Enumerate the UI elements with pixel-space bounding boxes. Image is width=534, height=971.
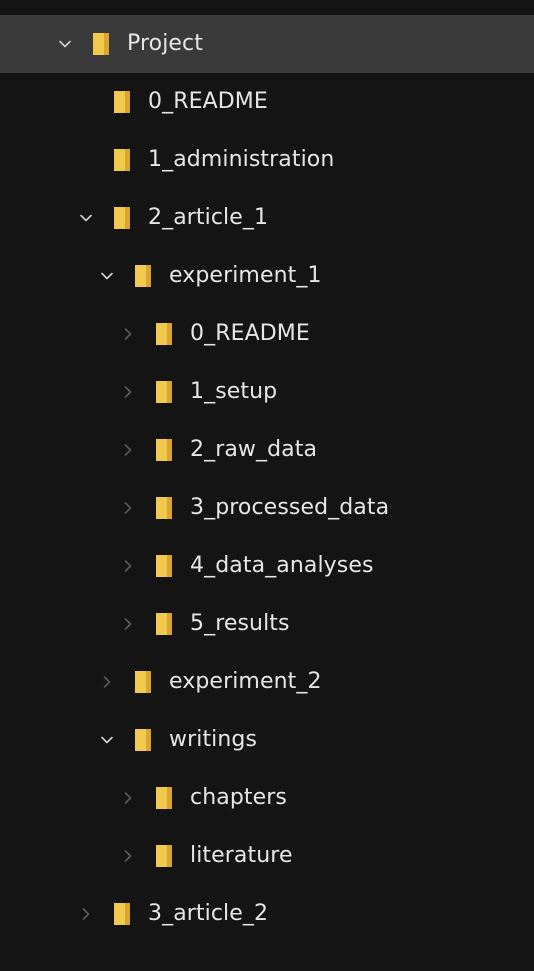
chevron-right-icon[interactable] (118, 556, 138, 576)
tree-item-label: 4_data_analyses (190, 553, 374, 578)
tree-item-experiment-2[interactable]: experiment_2 (0, 653, 534, 711)
chevron-down-icon[interactable] (76, 208, 96, 228)
tree-item-label: Project (127, 31, 203, 56)
tree-item-label: 2_article_1 (148, 205, 269, 230)
folder-icon (156, 323, 172, 345)
folder-icon (156, 613, 172, 635)
folder-icon (114, 903, 130, 925)
tree-item-3-article-2[interactable]: 3_article_2 (0, 885, 534, 943)
folder-icon (156, 439, 172, 461)
folder-tree: Project 0_README 1_administration 2_article… (0, 0, 534, 971)
tree-item-label: 2_raw_data (190, 437, 318, 462)
tree-item-project[interactable]: Project (0, 15, 534, 73)
folder-icon (114, 91, 130, 113)
tree-item-label: literature (190, 843, 293, 868)
tree-item-label: 3_article_2 (148, 901, 269, 926)
chevron-right-icon[interactable] (97, 672, 117, 692)
chevron-right-icon[interactable] (118, 498, 138, 518)
folder-icon (156, 497, 172, 519)
tree-item-1-administration[interactable]: 1_administration (0, 131, 534, 189)
chevron-right-icon[interactable] (76, 904, 96, 924)
tree-item-writings[interactable]: writings (0, 711, 534, 769)
folder-icon (156, 555, 172, 577)
folder-icon (93, 33, 109, 55)
folder-icon (114, 149, 130, 171)
folder-icon (135, 265, 151, 287)
tree-item-label: 1_setup (190, 379, 278, 404)
folder-icon (156, 845, 172, 867)
tree-item-2-article-1[interactable]: 2_article_1 (0, 189, 534, 247)
tree-item-label: experiment_2 (169, 669, 322, 694)
tree-item-literature[interactable]: literature (0, 827, 534, 885)
tree-item-experiment-1[interactable]: experiment_1 (0, 247, 534, 305)
tree-item-chapters[interactable]: chapters (0, 769, 534, 827)
tree-item-label: 1_administration (148, 147, 335, 172)
chevron-right-icon[interactable] (118, 382, 138, 402)
tree-item-4-data-analyses[interactable]: 4_data_analyses (0, 537, 534, 595)
tree-item-2-raw-data[interactable]: 2_raw_data (0, 421, 534, 479)
tree-item-3-processed-data[interactable]: 3_processed_data (0, 479, 534, 537)
tree-item-label: 5_results (190, 611, 290, 636)
tree-item-label: chapters (190, 785, 287, 810)
chevron-down-icon[interactable] (55, 34, 75, 54)
chevron-down-icon[interactable] (97, 730, 117, 750)
folder-icon (114, 207, 130, 229)
tree-item-0-readme[interactable]: 0_README (0, 305, 534, 363)
chevron-right-icon[interactable] (118, 324, 138, 344)
chevron-right-icon[interactable] (118, 440, 138, 460)
tree-item-label: 0_README (190, 321, 310, 346)
tree-item-label: 3_processed_data (190, 495, 390, 520)
chevron-right-icon[interactable] (118, 788, 138, 808)
tree-item-label: 0_README (148, 89, 268, 114)
tree-item-label: experiment_1 (169, 263, 322, 288)
folder-icon (156, 381, 172, 403)
chevron-right-icon[interactable] (118, 846, 138, 866)
tree-item-5-results[interactable]: 5_results (0, 595, 534, 653)
folder-icon (135, 671, 151, 693)
tree-item-label: writings (169, 727, 258, 752)
folder-icon (135, 729, 151, 751)
tree-item-1-setup[interactable]: 1_setup (0, 363, 534, 421)
chevron-right-icon[interactable] (118, 614, 138, 634)
folder-icon (156, 787, 172, 809)
tree-item-0-readme[interactable]: 0_README (0, 73, 534, 131)
chevron-down-icon[interactable] (97, 266, 117, 286)
